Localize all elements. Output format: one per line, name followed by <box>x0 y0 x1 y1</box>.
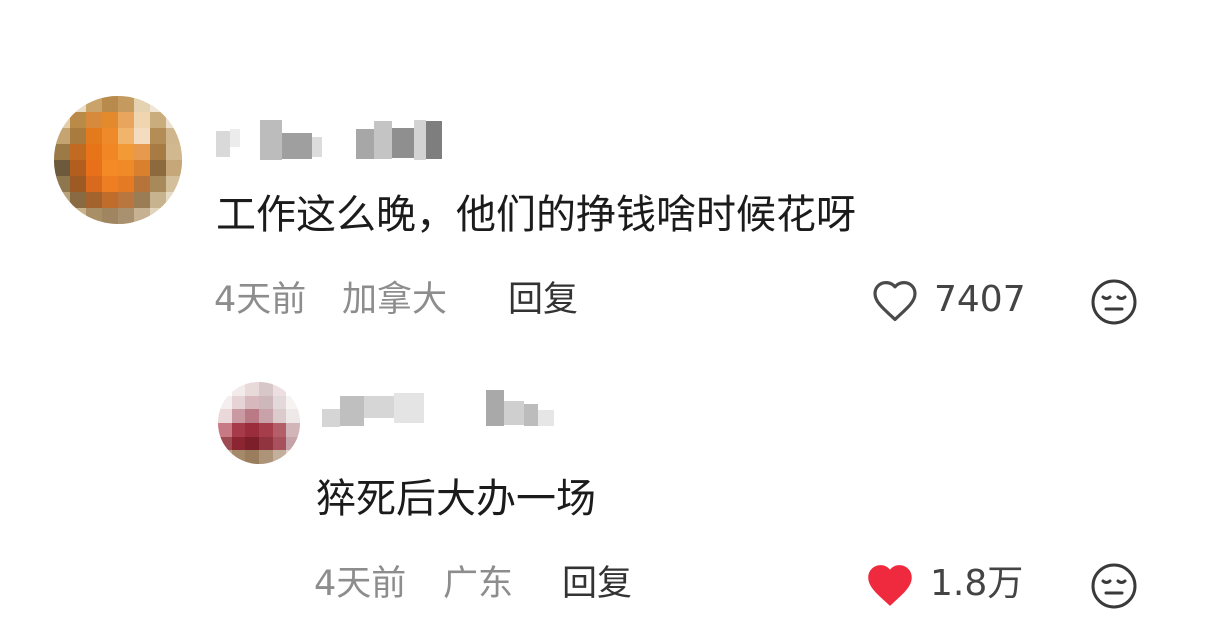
comment-item: 工作这么晚，他们的挣钱啥时候花呀 4天前 加拿大 回复 7407 <box>0 0 1216 340</box>
like-button[interactable]: 1.8万 <box>864 560 1040 610</box>
heart-outline-icon <box>870 279 920 323</box>
meh-face-icon[interactable] <box>1090 278 1138 326</box>
comment-location: 加拿大 <box>342 280 448 320</box>
avatar[interactable] <box>218 382 300 464</box>
comment-location: 广东 <box>443 564 514 604</box>
like-button[interactable]: 7407 <box>870 276 1040 326</box>
username[interactable] <box>216 116 442 164</box>
like-count: 1.8万 <box>930 563 1024 604</box>
like-count: 7407 <box>934 279 1026 320</box>
reply-comment-item: 猝死后大办一场 4天前 广东 回复 1.8万 <box>0 360 1216 634</box>
username[interactable] <box>322 384 554 432</box>
heart-filled-icon <box>864 562 916 608</box>
reply-button[interactable]: 回复 <box>562 560 632 608</box>
meh-face-icon[interactable] <box>1090 562 1138 610</box>
comment-time: 4天前 <box>314 564 407 604</box>
avatar[interactable] <box>54 96 182 224</box>
comment-text: 工作这么晚，他们的挣钱啥时候花呀 <box>216 192 856 238</box>
reply-button[interactable]: 回复 <box>508 276 578 324</box>
comment-text: 猝死后大办一场 <box>316 476 596 522</box>
comment-time: 4天前 <box>214 280 307 320</box>
